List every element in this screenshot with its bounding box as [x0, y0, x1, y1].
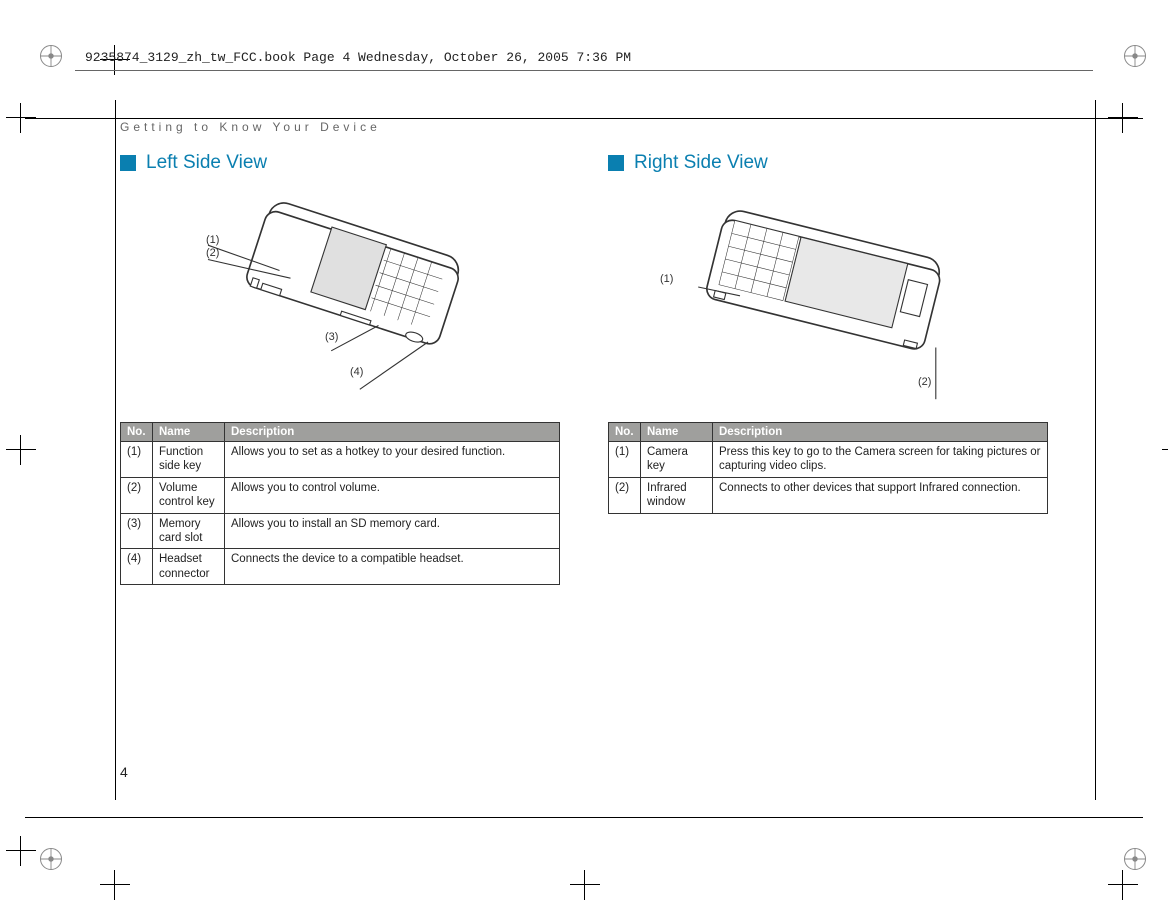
col-desc: Description: [713, 423, 1048, 442]
device-right-illustration: (1) (2): [608, 188, 1048, 408]
table-row: (3) Memory card slot Allows you to insta…: [121, 513, 560, 549]
heading-text: Right Side View: [634, 152, 768, 174]
col-no: No.: [121, 423, 153, 442]
left-column: Left Side View (1) (2) (3) (4): [120, 152, 560, 585]
square-bullet-icon: [120, 155, 136, 171]
page-number: 4: [120, 764, 128, 780]
callout-2: (2): [206, 247, 219, 259]
page-border: [115, 100, 116, 800]
header-filename: 9235874_3129_zh_tw_FCC.book Page 4 Wedne…: [85, 50, 631, 65]
header-rule: [75, 70, 1093, 71]
section-breadcrumb: Getting to Know Your Device: [120, 120, 1048, 134]
device-left-illustration: (1) (2) (3) (4): [120, 188, 560, 408]
table-row: (2) Infrared window Connects to other de…: [609, 477, 1048, 513]
heading-text: Left Side View: [146, 152, 267, 174]
reg-mark-icon: [1124, 45, 1146, 67]
col-name: Name: [641, 423, 713, 442]
callout-4: (4): [350, 366, 363, 378]
table-row: (2) Volume control key Allows you to con…: [121, 477, 560, 513]
callout-3: (3): [325, 331, 338, 343]
table-row: (1) Camera key Press this key to go to t…: [609, 442, 1048, 478]
col-no: No.: [609, 423, 641, 442]
page-border: [1095, 100, 1096, 800]
reg-mark-icon: [1124, 848, 1146, 870]
right-column: Right Side View (1) (2): [608, 152, 1048, 585]
col-desc: Description: [225, 423, 560, 442]
col-name: Name: [153, 423, 225, 442]
right-parts-table: No. Name Description (1) Camera key Pres…: [608, 422, 1048, 514]
page-content: Getting to Know Your Device Left Side Vi…: [120, 120, 1048, 780]
table-header-row: No. Name Description: [121, 423, 560, 442]
callout-1: (1): [660, 273, 673, 285]
reg-mark-icon: [40, 848, 62, 870]
callout-2: (2): [918, 376, 931, 388]
right-side-view-heading: Right Side View: [608, 152, 1048, 174]
left-side-view-heading: Left Side View: [120, 152, 560, 174]
table-row: (1) Function side key Allows you to set …: [121, 442, 560, 478]
table-header-row: No. Name Description: [609, 423, 1048, 442]
phone-left-svg: [175, 188, 505, 408]
square-bullet-icon: [608, 155, 624, 171]
left-parts-table: No. Name Description (1) Function side k…: [120, 422, 560, 585]
page-border: [25, 118, 1143, 119]
page-border: [25, 817, 1143, 818]
phone-right-svg: [652, 188, 1004, 408]
reg-mark-icon: [40, 45, 62, 67]
callout-1: (1): [206, 234, 219, 246]
table-row: (4) Headset connector Connects the devic…: [121, 549, 560, 585]
